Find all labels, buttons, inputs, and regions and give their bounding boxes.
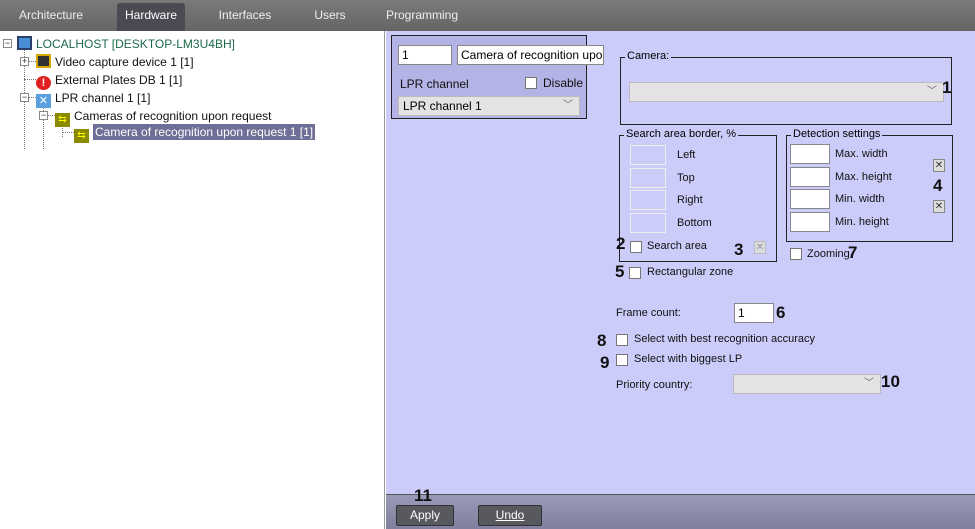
best-accuracy-checkbox[interactable]: [616, 334, 628, 346]
clear-min-button[interactable]: ✕: [933, 200, 945, 213]
error-icon: !: [36, 76, 51, 90]
disable-label: Disable: [543, 76, 584, 90]
bottom-input[interactable]: [630, 213, 666, 233]
bottom-bar: Apply Undo: [386, 494, 975, 529]
tree-node-video-capture[interactable]: Video capture device 1 [1]: [36, 53, 194, 71]
frame-count-input[interactable]: 1: [734, 303, 774, 323]
type-label: LPR channel: [400, 77, 469, 91]
chevron-down-icon: ﹀: [864, 378, 874, 389]
tree-node-localhost[interactable]: LOCALHOST [DESKTOP-LM3U4BH]: [17, 35, 235, 53]
biggest-lp-checkbox[interactable]: [616, 354, 628, 366]
chip-icon: [36, 54, 51, 68]
apply-button[interactable]: Apply: [396, 505, 454, 526]
right-input[interactable]: [630, 190, 666, 210]
collapse-toggle[interactable]: −: [20, 93, 29, 102]
max-height-input[interactable]: [790, 167, 830, 187]
tab-interfaces[interactable]: Interfaces: [208, 3, 282, 31]
lpr-icon: ✕: [36, 94, 51, 108]
camera-recognition-icon: ⇆: [55, 113, 70, 127]
search-area-checkbox[interactable]: [630, 241, 642, 253]
tree-node-external-plates[interactable]: ! External Plates DB 1 [1]: [36, 71, 182, 90]
expand-toggle[interactable]: +: [20, 57, 29, 66]
tree-node-lpr-channel[interactable]: ✕ LPR channel 1 [1]: [36, 89, 150, 108]
callout-7: 7: [848, 243, 858, 262]
object-header-box: 1 Camera of recognition upon re LPR chan…: [391, 35, 604, 119]
computer-icon: [17, 36, 32, 50]
settings-panel: 1 Camera of recognition upon re LPR chan…: [386, 31, 975, 494]
collapse-toggle[interactable]: −: [3, 39, 12, 48]
left-input[interactable]: [630, 145, 666, 165]
collapse-toggle[interactable]: −: [39, 111, 48, 120]
tab-users[interactable]: Users: [305, 3, 355, 31]
tab-architecture[interactable]: Architecture: [8, 3, 94, 31]
tree-node-camera-selected[interactable]: ⇆ Camera of recognition upon request 1 [1…: [74, 123, 316, 143]
callout-5: 5: [615, 262, 625, 281]
channel-select[interactable]: LPR channel 1 ﹀: [398, 96, 580, 116]
callout-1: 1: [942, 78, 952, 97]
callout-10: 10: [881, 372, 900, 391]
max-width-input[interactable]: [790, 144, 830, 164]
id-input[interactable]: 1: [398, 45, 452, 65]
camera-group: Camera: ﹀: [620, 50, 952, 125]
tab-hardware[interactable]: Hardware: [117, 3, 185, 31]
tab-programming[interactable]: Programming: [380, 3, 464, 31]
chevron-down-icon: ﹀: [563, 100, 573, 111]
callout-3: 3: [734, 240, 744, 259]
detection-settings-group: Detection settings Max. width Max. heigh…: [786, 128, 953, 242]
tab-bar: Architecture Hardware Interfaces Users P…: [0, 0, 975, 31]
clear-max-button[interactable]: ✕: [933, 159, 945, 172]
callout-11: 11: [414, 486, 432, 505]
top-input[interactable]: [630, 168, 666, 188]
callout-6: 6: [776, 303, 786, 322]
search-area-group: Search area border, % Left Top Right Bot…: [619, 128, 777, 262]
camera-select[interactable]: ﹀: [629, 82, 944, 102]
callout-8: 8: [597, 331, 607, 350]
min-height-input[interactable]: [790, 212, 830, 232]
disable-checkbox[interactable]: [525, 77, 537, 89]
callout-9: 9: [600, 353, 610, 372]
undo-button[interactable]: Undo: [478, 505, 542, 526]
camera-recognition-icon: ⇆: [74, 129, 89, 143]
rectangular-zone-checkbox[interactable]: [629, 267, 641, 279]
callout-4: 4: [933, 176, 943, 195]
name-input[interactable]: Camera of recognition upon re: [457, 45, 604, 65]
min-width-input[interactable]: [790, 189, 830, 209]
clear-search-area-button[interactable]: ✕: [754, 241, 766, 254]
zooming-checkbox[interactable]: [790, 248, 802, 260]
chevron-down-icon: ﹀: [927, 86, 937, 97]
priority-country-select[interactable]: ﹀: [733, 374, 881, 394]
hardware-tree: − + − − LOCALHOST [DESKTOP-LM3U4BH] Vide…: [0, 31, 385, 529]
callout-2: 2: [616, 234, 626, 253]
